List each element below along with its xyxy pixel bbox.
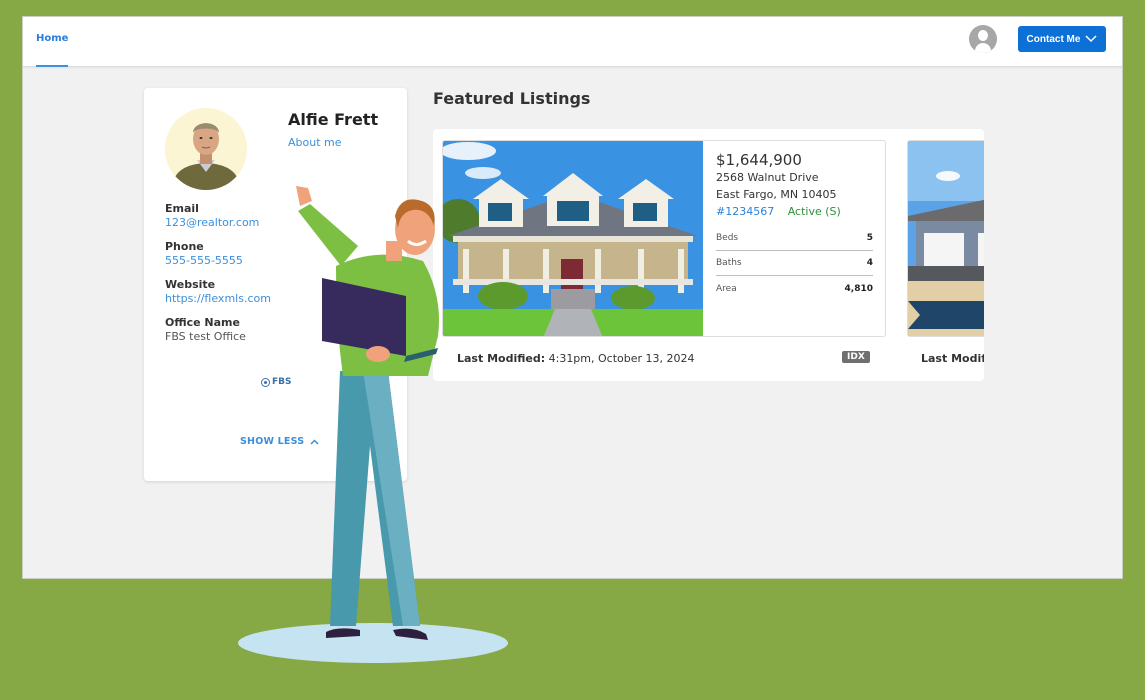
user-avatar-icon[interactable] <box>969 25 997 53</box>
last-modified-value: 4:31pm, October 13, 2024 <box>548 352 695 365</box>
listing-price: $1,644,900 <box>716 151 802 169</box>
phone-field: Phone 555-555-5555 <box>165 240 243 268</box>
spec-row-area: Area 4,810 <box>716 276 873 301</box>
spec-row-beds: Beds 5 <box>716 226 873 251</box>
spec-label: Area <box>716 283 737 294</box>
listing-specs: Beds 5 Baths 4 Area 4,810 <box>716 226 873 301</box>
listing-street: 2568 Walnut Drive <box>716 171 819 184</box>
last-modified-partial: Last Modif <box>921 352 984 365</box>
office-field: Office Name FBS test Office <box>165 316 246 344</box>
person-illustration <box>238 186 508 663</box>
about-me-link[interactable]: About me <box>288 136 342 149</box>
phone-link[interactable]: 555-555-5555 <box>165 254 243 268</box>
idx-badge: IDX <box>842 351 870 363</box>
spec-value: 4 <box>866 258 873 268</box>
spec-value: 4,810 <box>844 283 873 294</box>
featured-listings-heading: Featured Listings <box>433 89 591 108</box>
contact-me-label: Contact Me <box>1026 33 1081 45</box>
agent-photo <box>165 108 247 190</box>
listing-city: East Fargo, MN 10405 <box>716 188 837 201</box>
office-label: Office Name <box>165 316 240 329</box>
chevron-down-icon <box>1085 35 1097 43</box>
spec-value: 5 <box>866 233 873 243</box>
top-nav-bar: Home Contact Me <box>23 17 1122 67</box>
listing-details: $1,644,900 2568 Walnut Drive East Fargo,… <box>716 151 873 301</box>
mls-number-link[interactable]: #1234567 <box>716 205 774 218</box>
spec-label: Baths <box>716 258 742 268</box>
spec-row-baths: Baths 4 <box>716 251 873 276</box>
contact-me-button[interactable]: Contact Me <box>1018 26 1106 52</box>
spec-label: Beds <box>716 233 739 243</box>
listings-carousel: $1,644,900 2568 Walnut Drive East Fargo,… <box>433 129 984 381</box>
browser-viewport: Home Contact Me Alfie Frett About me Ema… <box>23 17 1122 578</box>
listing-photo[interactable] <box>908 141 984 337</box>
tab-home[interactable]: Home <box>36 17 69 67</box>
phone-label: Phone <box>165 240 204 253</box>
status-badge: Active (S) <box>787 205 841 218</box>
office-value: FBS test Office <box>165 330 246 343</box>
listing-card-partial[interactable] <box>907 140 984 337</box>
listing-mls-row: #1234567 Active (S) <box>716 203 873 220</box>
agent-name: Alfie Frett <box>288 110 379 129</box>
